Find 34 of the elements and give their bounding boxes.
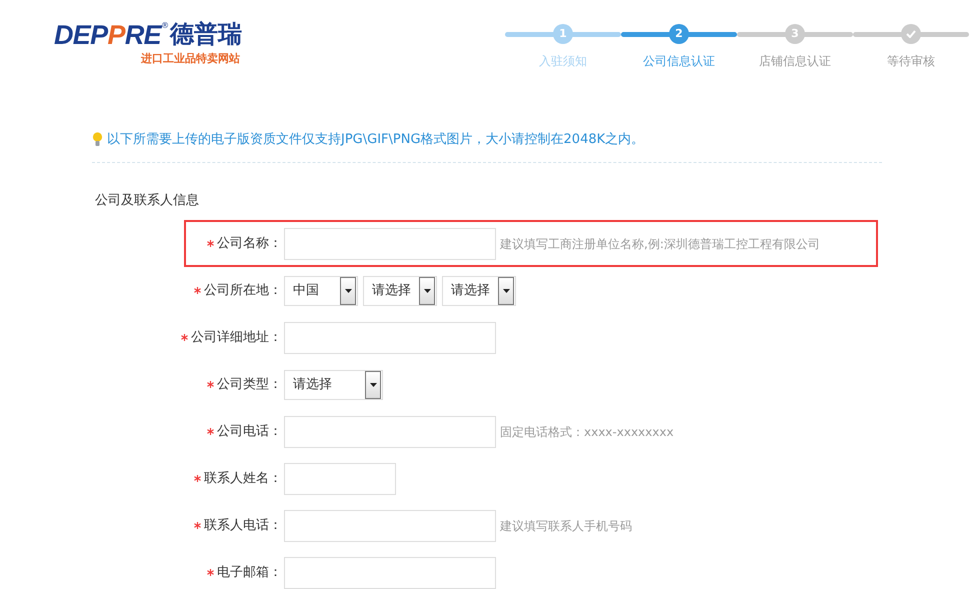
registered-mark: ® — [161, 22, 169, 30]
hint-text: 建议填写联系人手机号码 — [500, 518, 632, 534]
section-title: 公司及联系人信息 — [95, 192, 200, 210]
step-label: 等待审核 — [887, 53, 935, 70]
field-label: 公司类型： — [217, 376, 282, 394]
field-label: 联系人电话： — [204, 516, 282, 535]
dropdown[interactable]: 请选择 — [442, 276, 516, 306]
hint-text: 固定电话格式：xxxx-xxxxxxxx — [500, 424, 674, 440]
step-label: 店铺信息认证 — [759, 53, 831, 70]
step-label: 入驻须知 — [539, 53, 587, 70]
dropdown[interactable]: 请选择 — [363, 276, 437, 306]
field-label: 公司所在地： — [204, 282, 282, 300]
input-field[interactable] — [284, 416, 496, 448]
input-field[interactable] — [284, 556, 496, 588]
field-label: 电子邮箱： — [217, 564, 282, 582]
wordmark: DEPPRE — [54, 22, 161, 49]
hint-text: 建议填写工商注册单位名称,例:深圳德普瑞工控工程有限公司 — [500, 236, 820, 252]
input-field[interactable] — [284, 462, 396, 494]
field-label: 联系人姓名： — [204, 470, 282, 488]
input-field[interactable] — [284, 510, 496, 542]
lightbulb-icon — [92, 132, 103, 148]
brand-name: 德普瑞 — [170, 22, 242, 46]
step-number: 1 — [553, 24, 573, 44]
tagline: 进口工业品特卖网站 — [141, 51, 241, 67]
field-label: 公司电话： — [217, 422, 282, 441]
step-number: 2 — [669, 24, 689, 44]
input-field[interactable] — [284, 228, 496, 260]
field-label: 公司名称： — [217, 234, 282, 253]
dropdown[interactable]: 中国 — [284, 276, 358, 306]
dropdown[interactable]: 请选择 — [284, 370, 383, 400]
field-label: 公司详细地址： — [191, 328, 282, 347]
notice-text: 以下所需要上传的电子版资质文件仅支持JPG\GIF\PNG格式图片，大小请控制在2048K之内。 — [107, 131, 644, 149]
step-label: 公司信息认证 — [643, 53, 715, 70]
input-field[interactable] — [284, 322, 496, 354]
